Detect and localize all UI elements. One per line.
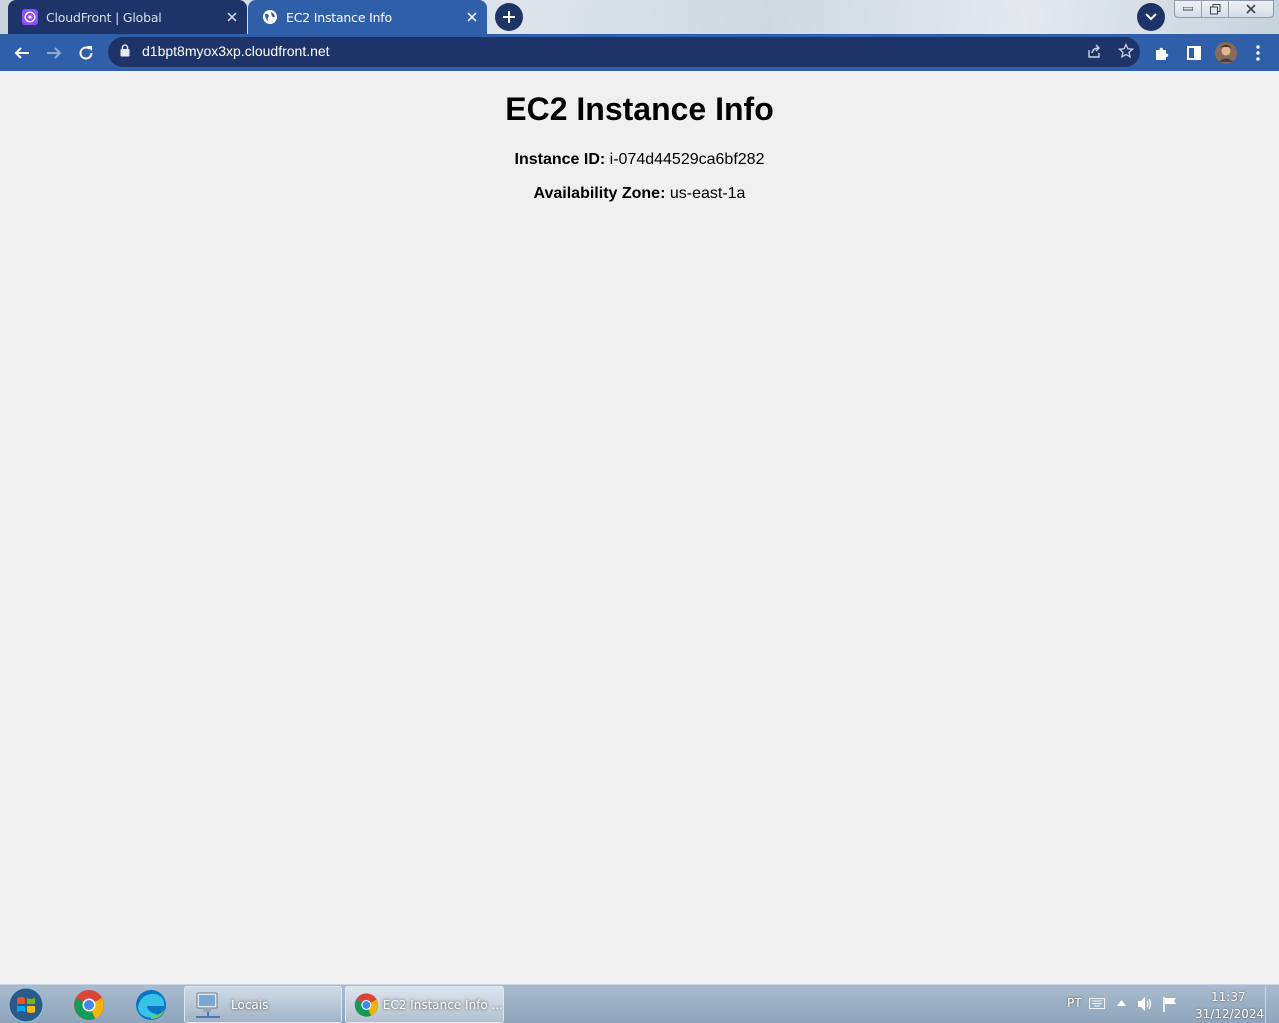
network-computer-icon <box>196 992 220 1018</box>
instance-id-line: Instance ID: i-074d44529ca6bf282 <box>0 151 1279 169</box>
instance-id-value: i-074d44529ca6bf282 <box>609 151 765 168</box>
tab-strip: CloudFront | Global EC2 Instance Info <box>0 0 1279 34</box>
lock-icon[interactable] <box>120 44 130 57</box>
plus-icon <box>503 11 515 23</box>
share-icon <box>1088 44 1100 58</box>
side-panel-button[interactable] <box>1180 39 1208 67</box>
more-vertical-icon <box>1256 45 1260 61</box>
instance-id-label: Instance ID: <box>514 151 606 168</box>
edge-icon <box>136 990 166 1020</box>
availability-zone-value: us-east-1a <box>669 185 746 202</box>
pinned-edge[interactable] <box>125 987 177 1023</box>
clock-date[interactable]: 31/12/2024 <box>1195 1007 1264 1021</box>
tab-title: EC2 Instance Info <box>286 9 392 25</box>
browser-toolbar: d1bpt8myox3xp.cloudfront.net <box>0 34 1279 71</box>
taskbar-window-locais[interactable]: Locais <box>184 986 342 1023</box>
new-tab-button[interactable] <box>495 3 523 31</box>
taskbar: Locais EC2 Instance Info ... PT 11:37 31… <box>0 984 1279 1023</box>
minimize-icon <box>1183 7 1193 11</box>
pinned-chrome[interactable] <box>63 987 115 1023</box>
restore-icon <box>1209 3 1220 14</box>
avatar <box>1215 42 1237 64</box>
share-button[interactable] <box>1080 37 1108 65</box>
volume-icon[interactable] <box>1137 996 1154 1012</box>
start-button[interactable] <box>6 987 46 1023</box>
tab-ec2-instance-info[interactable]: EC2 Instance Info <box>248 0 487 34</box>
chrome-icon <box>354 992 378 1017</box>
close-tab-icon[interactable] <box>221 6 243 28</box>
windows-logo-icon <box>8 987 44 1023</box>
taskbar-window-label: Locais <box>231 997 269 1012</box>
language-indicator[interactable]: PT <box>1067 996 1082 1010</box>
side-panel-icon <box>1187 46 1201 60</box>
extensions-button[interactable] <box>1148 39 1176 67</box>
availability-zone-line: Availability Zone: us-east-1a <box>0 185 1279 203</box>
show-hidden-icons-icon[interactable] <box>1117 1000 1126 1006</box>
keyboard-icon[interactable] <box>1089 998 1105 1009</box>
bookmark-button[interactable] <box>1112 37 1140 65</box>
action-center-flag-icon[interactable] <box>1162 996 1178 1012</box>
page-title: EC2 Instance Info <box>505 91 774 127</box>
show-desktop-button[interactable] <box>1265 986 1279 1023</box>
page-content: EC2 Instance Info Instance ID: i-074d445… <box>0 71 1279 984</box>
address-bar[interactable]: d1bpt8myox3xp.cloudfront.net <box>108 37 1140 67</box>
arrow-right-icon <box>47 47 62 59</box>
globe-icon <box>263 10 277 24</box>
minimize-button[interactable] <box>1174 0 1202 18</box>
reload-icon <box>79 46 93 60</box>
close-window-button[interactable] <box>1228 0 1274 18</box>
url-text[interactable]: d1bpt8myox3xp.cloudfront.net <box>142 43 330 59</box>
cloudfront-icon <box>22 9 38 25</box>
clock-time[interactable]: 11:37 <box>1211 990 1246 1004</box>
tab-title: CloudFront | Global <box>46 9 162 25</box>
profile-button[interactable] <box>1212 39 1240 67</box>
taskbar-window-label: EC2 Instance Info ... <box>382 997 503 1012</box>
reload-button[interactable] <box>72 39 100 67</box>
puzzle-icon <box>1156 47 1169 60</box>
forward-button[interactable] <box>40 39 68 67</box>
star-icon <box>1118 43 1134 59</box>
restore-button[interactable] <box>1201 0 1229 18</box>
tab-search-button[interactable] <box>1137 3 1165 31</box>
close-icon <box>1246 4 1256 14</box>
chrome-icon <box>74 990 104 1020</box>
close-tab-icon[interactable] <box>461 6 483 28</box>
back-button[interactable] <box>8 39 36 67</box>
menu-button[interactable] <box>1244 39 1272 67</box>
tab-cloudfront[interactable]: CloudFront | Global <box>8 0 247 34</box>
chevron-down-icon <box>1145 13 1157 21</box>
arrow-left-icon <box>14 47 29 59</box>
availability-zone-label: Availability Zone: <box>533 185 666 202</box>
taskbar-window-chrome[interactable]: EC2 Instance Info ... <box>345 986 504 1023</box>
